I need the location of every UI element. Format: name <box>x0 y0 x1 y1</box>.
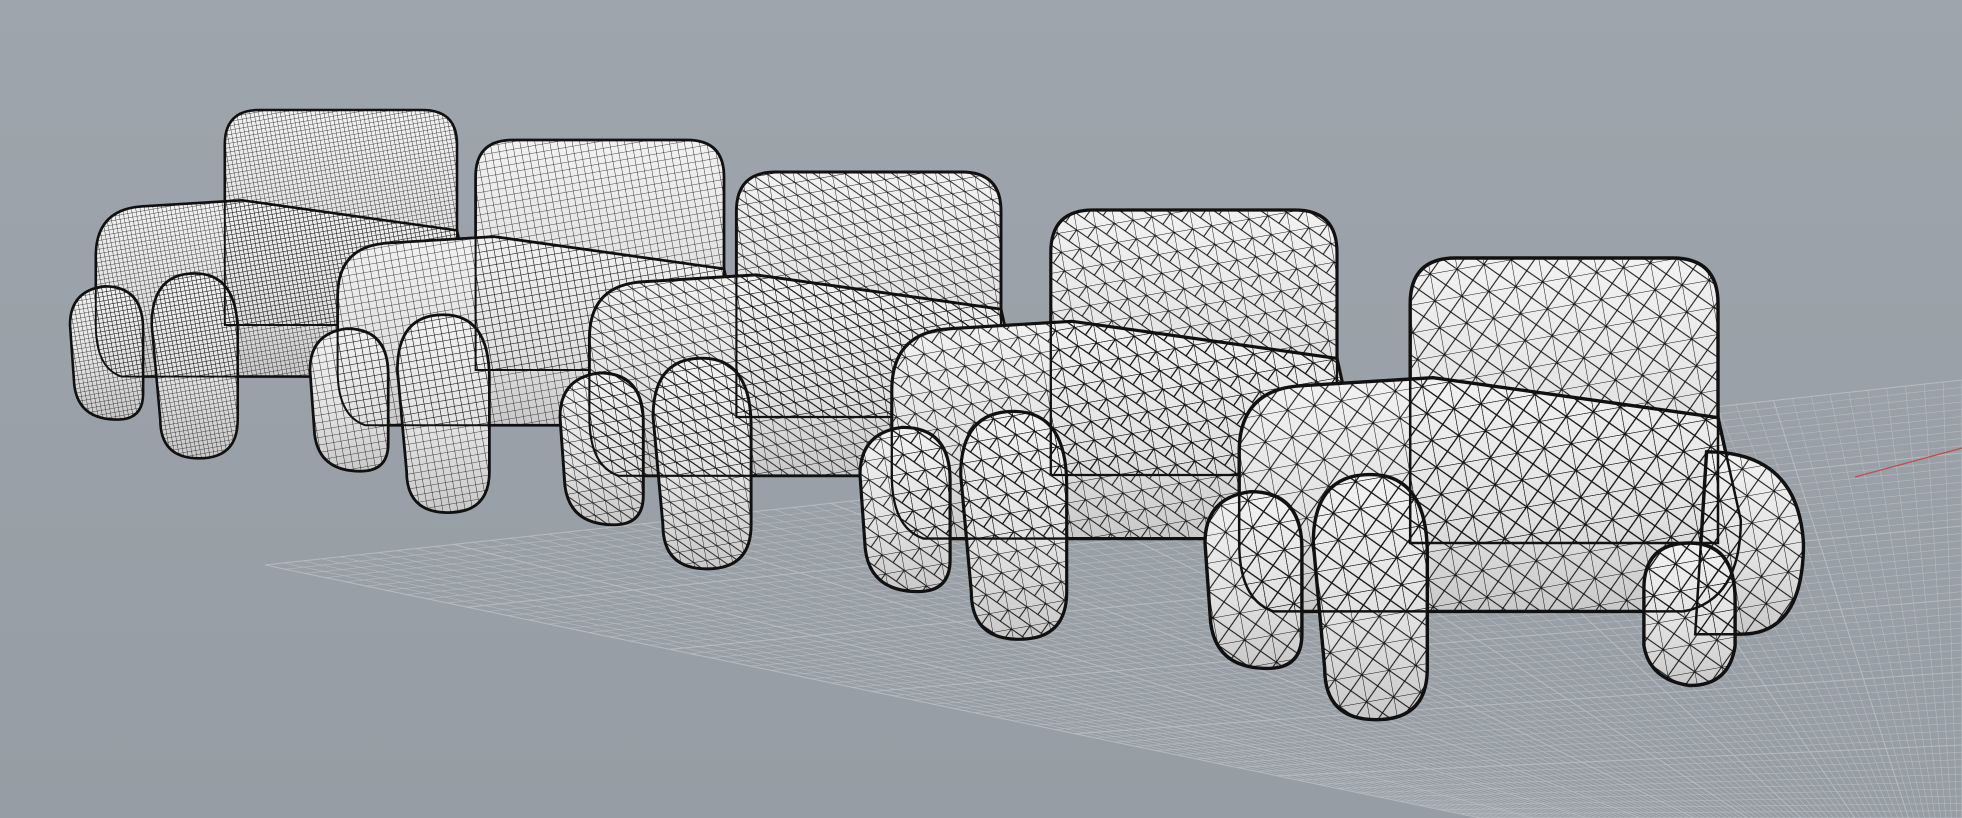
viewport-scene <box>68 108 1962 818</box>
grid-line <box>1772 400 1909 818</box>
grid-line <box>1848 392 1931 818</box>
grid-line <box>1905 386 1947 818</box>
perspective-viewport[interactable] <box>0 0 1962 818</box>
grid-line <box>1867 390 1936 818</box>
grid-line <box>1886 388 1941 818</box>
grid-line <box>1923 384 1952 818</box>
